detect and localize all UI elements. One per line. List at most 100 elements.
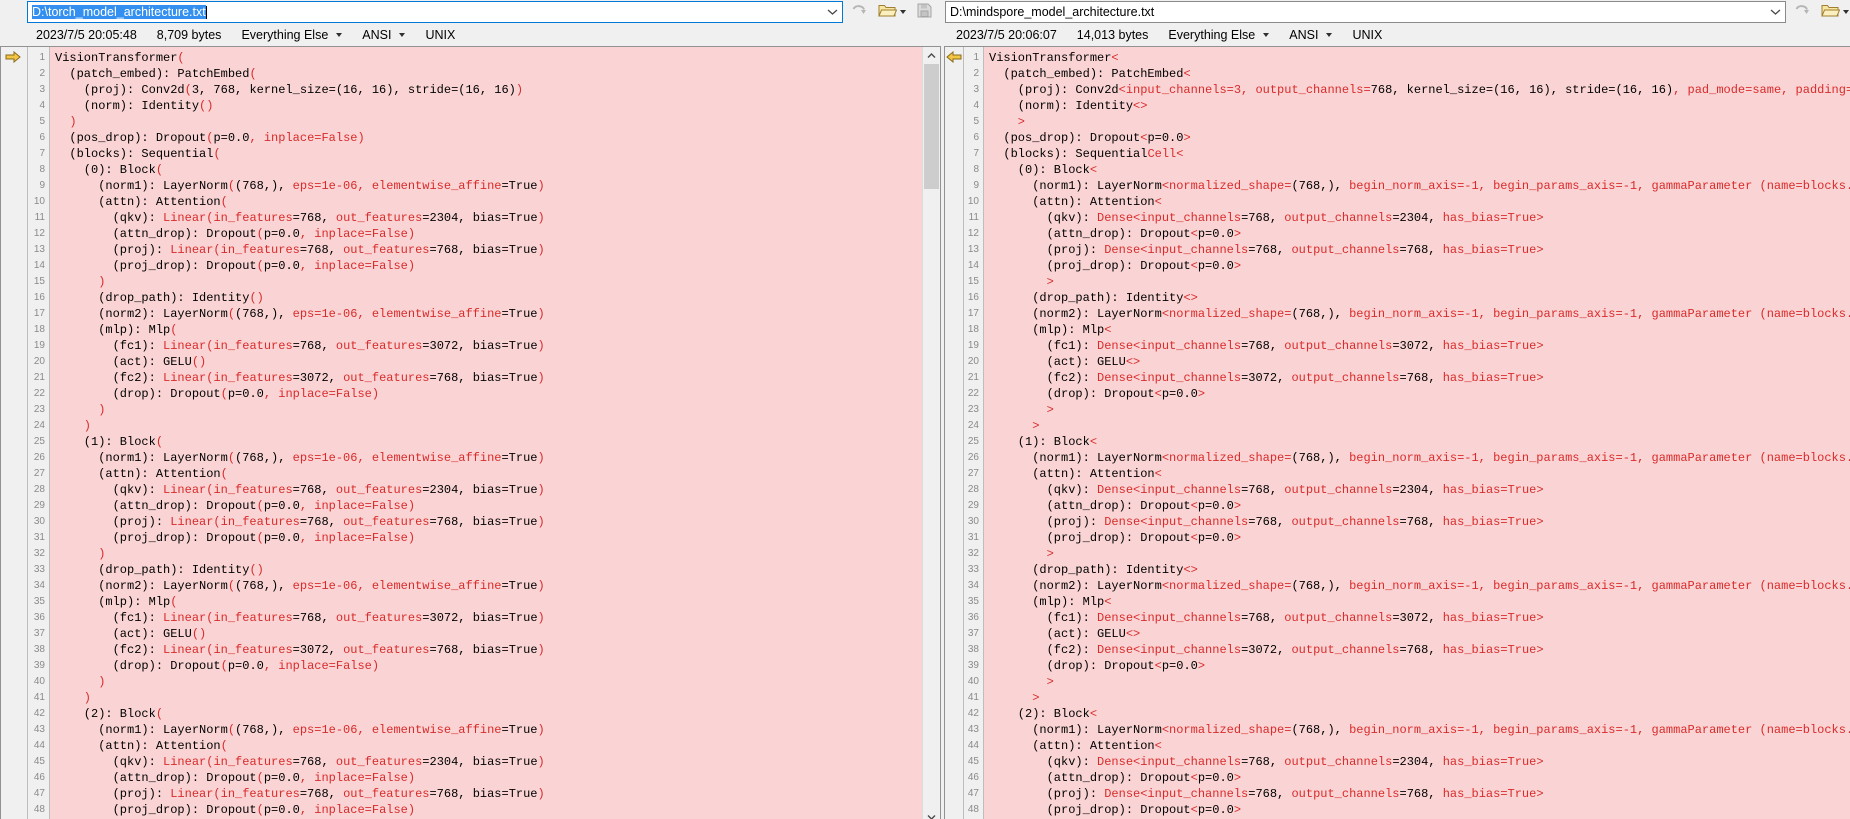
code-line: (drop): Dropout<p=0.0>: [989, 658, 1850, 674]
code-line: >: [989, 274, 1850, 290]
line-number: 32: [28, 546, 49, 562]
line-number: 1: [964, 50, 983, 66]
code-line: (drop): Dropout<p=0.0>: [989, 386, 1850, 402]
code-line: (fc1): Dense<input_channels=768, output_…: [989, 610, 1850, 626]
code-line: (mlp): Mlp<: [989, 322, 1850, 338]
scroll-up-button[interactable]: [923, 47, 940, 64]
code-line: ): [55, 690, 922, 706]
line-number: 6: [964, 130, 983, 146]
code-line: (act): GELU<>: [989, 626, 1850, 642]
left-file-path-combobox[interactable]: D:\torch_model_architecture.txt: [27, 1, 843, 23]
line-number: 43: [28, 722, 49, 738]
chevron-down-icon[interactable]: [1770, 9, 1781, 15]
code-line: (fc1): Linear(in_features=768, out_featu…: [55, 610, 922, 626]
code-line: ): [55, 274, 922, 290]
line-number: 10: [28, 194, 49, 210]
right-file-size: 14,013 bytes: [1077, 28, 1149, 42]
line-number: 34: [964, 578, 983, 594]
code-line: (proj_drop): Dropout<p=0.0>: [989, 530, 1850, 546]
right-file-date: 2023/7/5 20:06:07: [956, 28, 1057, 42]
left-info-bar: 2023/7/5 20:05:48 8,709 bytes Everything…: [0, 24, 941, 46]
line-number: 4: [964, 98, 983, 114]
right-file-path-combobox[interactable]: D:\mindspore_model_architecture.txt: [945, 1, 1786, 23]
code-line: (attn_drop): Dropout(p=0.0, inplace=Fals…: [55, 226, 922, 242]
right-format-dropdown[interactable]: Everything Else: [1168, 28, 1269, 42]
code-line: (blocks): SequentialCell<: [989, 146, 1850, 162]
line-number: 7: [28, 146, 49, 162]
line-number: 14: [28, 258, 49, 274]
line-number: 21: [964, 370, 983, 386]
right-open-folder-button[interactable]: [1818, 2, 1850, 22]
code-line: >: [989, 690, 1850, 706]
code-line: (patch_embed): PatchEmbed(: [55, 66, 922, 82]
left-reload-button[interactable]: [848, 2, 870, 22]
line-number: 42: [28, 706, 49, 722]
code-line: ): [55, 402, 922, 418]
line-number: 39: [28, 658, 49, 674]
line-number: 4: [28, 98, 49, 114]
left-save-button[interactable]: [913, 2, 935, 22]
arrow-right-icon: [5, 50, 21, 68]
line-number: 16: [28, 290, 49, 306]
line-number: 47: [964, 786, 983, 802]
code-line: (pos_drop): Dropout<p=0.0>: [989, 130, 1850, 146]
code-line: (proj): Conv2d<input_channels=3, output_…: [989, 82, 1850, 98]
reload-icon: [851, 3, 867, 21]
left-open-folder-button[interactable]: [875, 2, 908, 22]
line-number: 14: [964, 258, 983, 274]
code-line: (attn): Attention<: [989, 466, 1850, 482]
code-line: (proj_drop): Dropout(p=0.0, inplace=Fals…: [55, 530, 922, 546]
line-number: 47: [28, 786, 49, 802]
line-number: 35: [28, 594, 49, 610]
left-file-pane: D:\torch_model_architecture.txt 2023/7/5…: [0, 0, 941, 819]
code-line: (blocks): Sequential(: [55, 146, 922, 162]
code-line: (drop): Dropout(p=0.0, inplace=False): [55, 658, 922, 674]
chevron-down-icon[interactable]: [827, 9, 838, 15]
code-line: (proj): Dense<input_channels=768, output…: [989, 242, 1850, 258]
right-code-editor[interactable]: VisionTransformer< (patch_embed): PatchE…: [984, 47, 1850, 819]
code-line: (pos_drop): Dropout(p=0.0, inplace=False…: [55, 130, 922, 146]
right-encoding-dropdown[interactable]: ANSI: [1289, 28, 1332, 42]
line-number: 31: [964, 530, 983, 546]
line-number: 26: [964, 450, 983, 466]
line-number: 22: [964, 386, 983, 402]
code-line: (fc1): Dense<input_channels=768, output_…: [989, 338, 1850, 354]
code-line: (mlp): Mlp(: [55, 322, 922, 338]
triangle-down-icon: [1326, 33, 1332, 37]
line-number: 3: [28, 82, 49, 98]
line-number: 48: [28, 802, 49, 818]
left-line-ending-label[interactable]: UNIX: [425, 28, 455, 42]
line-number: 19: [28, 338, 49, 354]
scroll-down-button[interactable]: [923, 809, 940, 819]
line-number: 45: [28, 754, 49, 770]
line-number: 20: [964, 354, 983, 370]
line-number: 8: [964, 162, 983, 178]
left-format-dropdown[interactable]: Everything Else: [241, 28, 342, 42]
line-number: 10: [964, 194, 983, 210]
code-line: (fc2): Linear(in_features=3072, out_feat…: [55, 642, 922, 658]
line-number: 25: [28, 434, 49, 450]
left-code-editor[interactable]: VisionTransformer( (patch_embed): PatchE…: [50, 47, 922, 819]
line-number: 41: [964, 690, 983, 706]
line-number: 45: [964, 754, 983, 770]
left-vertical-scrollbar[interactable]: [922, 47, 940, 819]
line-number: 8: [28, 162, 49, 178]
line-number: 44: [28, 738, 49, 754]
scrollbar-thumb[interactable]: [924, 64, 939, 189]
line-number: 16: [964, 290, 983, 306]
left-encoding-dropdown[interactable]: ANSI: [362, 28, 405, 42]
code-line: (proj_drop): Dropout(p=0.0, inplace=Fals…: [55, 802, 922, 818]
right-file-path-text: D:\mindspore_model_architecture.txt: [950, 5, 1154, 19]
line-number: 31: [28, 530, 49, 546]
code-line: (qkv): Linear(in_features=768, out_featu…: [55, 754, 922, 770]
code-line: (0): Block<: [989, 162, 1850, 178]
triangle-down-icon: [336, 33, 342, 37]
right-reload-button[interactable]: [1791, 2, 1813, 22]
right-info-bar: 2023/7/5 20:06:07 14,013 bytes Everythin…: [944, 24, 1850, 46]
line-number: 46: [964, 770, 983, 786]
right-line-ending-label[interactable]: UNIX: [1352, 28, 1382, 42]
line-number: 9: [28, 178, 49, 194]
line-number: 1: [28, 50, 49, 66]
code-line: ): [55, 546, 922, 562]
line-number: 17: [28, 306, 49, 322]
